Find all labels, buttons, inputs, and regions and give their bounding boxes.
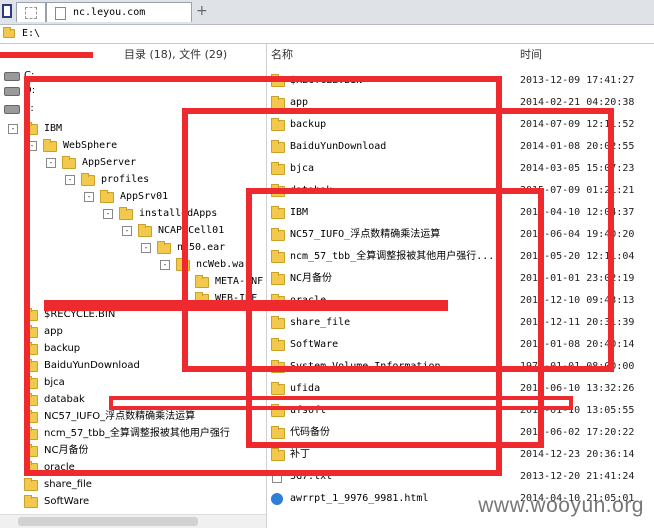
watermark: www.wooyun.org (478, 494, 644, 517)
horizontal-scrollbar[interactable] (0, 514, 266, 528)
drive-icon (4, 72, 20, 81)
column-name-header[interactable]: 名称 (271, 44, 293, 66)
browser-tab-bar: nc.leyou.com + (0, 0, 654, 25)
html-file-icon (271, 493, 283, 505)
path-input[interactable]: E:\ (22, 28, 40, 39)
redaction-mark (44, 300, 448, 311)
file-time: 2013-12-20 21:41:24 (520, 471, 635, 482)
file-time: 2013-12-09 17:41:27 (520, 75, 635, 86)
drive-icon (4, 87, 20, 96)
tab-label: nc.leyou.com (73, 7, 146, 18)
page-icon (55, 7, 66, 20)
folder-icon (24, 495, 38, 508)
folder-icon (3, 27, 15, 38)
column-time-header[interactable]: 时间 (520, 44, 542, 66)
collapse-toggle-icon[interactable]: - (8, 124, 18, 134)
path-bar: E:\ (0, 25, 654, 44)
folder-icon (24, 478, 38, 491)
tree-item[interactable]: share_file (0, 476, 266, 493)
app-menu-icon[interactable] (2, 4, 12, 18)
new-tab-button[interactable]: + (196, 3, 208, 19)
blank-page-icon (25, 7, 37, 19)
redaction-mark (0, 52, 93, 58)
tree-item-label: share_file (44, 479, 92, 490)
tree-summary: 目录 (18), 文件 (29) (124, 48, 228, 61)
tab-nc-leyou[interactable]: nc.leyou.com (46, 2, 192, 22)
tree-item[interactable]: SoftWare (0, 493, 266, 510)
scrollbar-thumb[interactable] (18, 517, 198, 526)
drive-icon (4, 105, 20, 114)
file-name: awrrpt_1_9976_9981.html (290, 493, 429, 504)
redaction-box (109, 396, 573, 410)
tree-item-label: SoftWare (44, 496, 90, 507)
tab-blank[interactable] (16, 2, 46, 22)
